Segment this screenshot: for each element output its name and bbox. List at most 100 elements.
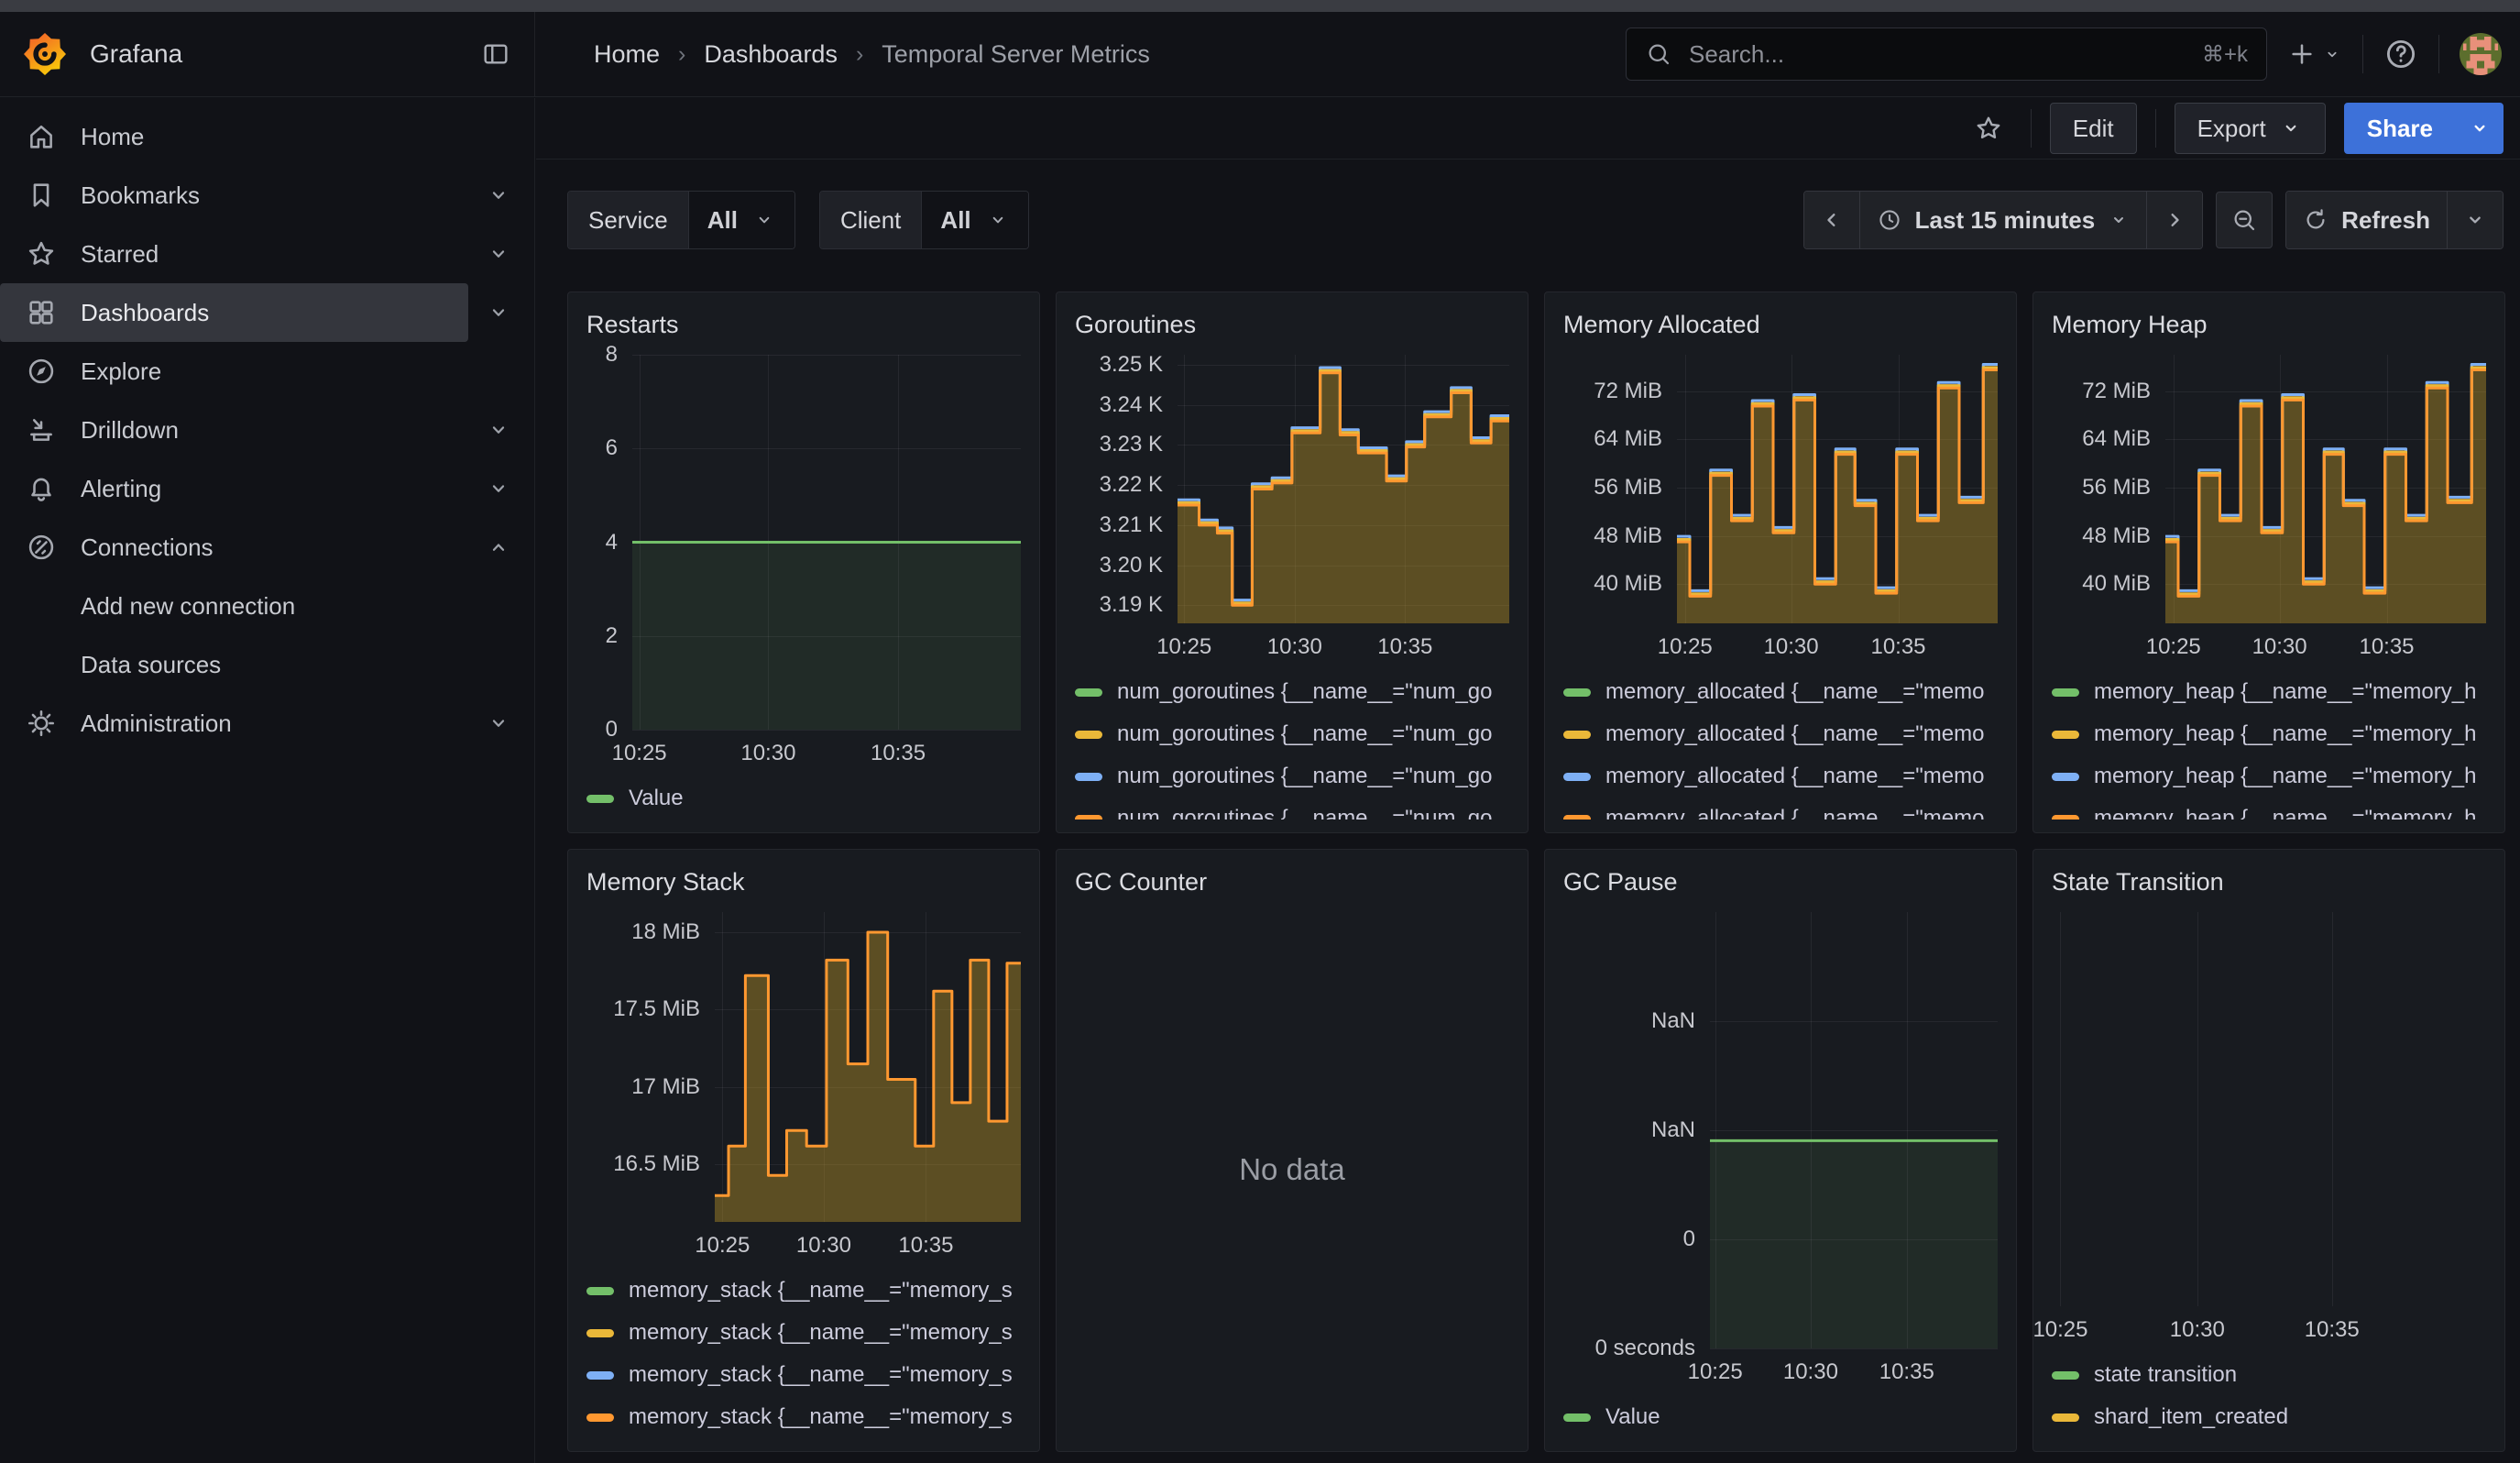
time-range-picker[interactable]: Last 15 minutes	[1859, 192, 2147, 248]
legend-label[interactable]: Value	[629, 786, 684, 811]
legend-item[interactable]: memory_stack {__name__="memory_s	[586, 1354, 1021, 1396]
time-shift-back-button[interactable]	[1804, 192, 1859, 248]
search-input[interactable]	[1687, 39, 2187, 70]
legend-item[interactable]: state transition	[2052, 1354, 2486, 1396]
sidebar-item-button[interactable]: Bookmarks	[0, 166, 468, 225]
legend-label[interactable]: memory_stack {__name__="memory_s	[629, 1320, 1013, 1346]
plot-area[interactable]	[715, 912, 1021, 1222]
legend-label[interactable]: memory_stack {__name__="memory_s	[629, 1278, 1013, 1304]
share-button[interactable]: Share	[2344, 103, 2456, 154]
plot-area[interactable]	[1710, 912, 1998, 1348]
legend-item[interactable]: num_goroutines {__name__="num_go	[1075, 755, 1509, 798]
legend-label[interactable]: memory_allocated {__name__="memo	[1605, 764, 1984, 789]
legend-label[interactable]: shard_item_created	[2094, 1404, 2288, 1430]
sidebar-item-add-new-connection[interactable]: Add new connection	[0, 577, 534, 635]
legend-label[interactable]: memory_heap {__name__="memory_h	[2094, 721, 2476, 747]
legend-label[interactable]: num_goroutines {__name__="num_go	[1117, 764, 1493, 789]
legend-item[interactable]: memory_stack {__name__="memory_s	[586, 1396, 1021, 1438]
legend-item[interactable]: memory_stack {__name__="memory_s	[586, 1270, 1021, 1312]
legend-item[interactable]: Value	[1563, 1396, 1998, 1438]
legend-item[interactable]: shard_item_created	[2052, 1396, 2486, 1438]
legend-label[interactable]: memory_stack {__name__="memory_s	[629, 1362, 1013, 1388]
breadcrumb-home[interactable]: Home	[594, 40, 660, 69]
legend-label[interactable]: Value	[1605, 1404, 1660, 1430]
legend-label[interactable]: memory_allocated {__name__="memo	[1605, 679, 1984, 705]
legend-item[interactable]: memory_heap {__name__="memory_h	[2052, 755, 2486, 798]
add-new-button[interactable]	[2287, 39, 2342, 69]
legend-label[interactable]: memory_allocated {__name__="memo	[1605, 806, 1984, 820]
refresh-interval-dropdown[interactable]	[2447, 192, 2503, 248]
sidebar-item-starred[interactable]: Starred	[0, 225, 534, 283]
sidebar-item-dashboards[interactable]: Dashboards	[0, 283, 534, 342]
grafana-logo[interactable]	[24, 33, 66, 75]
legend-label[interactable]: num_goroutines {__name__="num_go	[1117, 679, 1493, 705]
variable-value-dropdown[interactable]: All	[921, 192, 1027, 248]
plot-area[interactable]	[1178, 355, 1509, 623]
sidebar-item-administration[interactable]: Administration	[0, 694, 534, 753]
legend-item[interactable]: memory_allocated {__name__="memo	[1563, 755, 1998, 798]
export-button[interactable]: Export	[2175, 103, 2326, 154]
legend-item[interactable]: num_goroutines {__name__="num_go	[1075, 713, 1509, 755]
zoom-out-button[interactable]	[2216, 192, 2273, 248]
legend-item[interactable]: memory_heap {__name__="memory_h	[2052, 713, 2486, 755]
sidebar-item-button[interactable]: Home	[0, 107, 468, 166]
sidebar-item-bookmarks[interactable]: Bookmarks	[0, 166, 534, 225]
legend-item[interactable]: memory_allocated {__name__="memo	[1563, 671, 1998, 713]
chevron-down-icon[interactable]	[485, 710, 512, 737]
plot-area[interactable]	[632, 355, 1021, 730]
chevron-down-icon[interactable]	[485, 475, 512, 502]
sidebar-item-button[interactable]: Explore	[0, 342, 468, 401]
legend-label[interactable]: memory_heap {__name__="memory_h	[2094, 764, 2476, 789]
legend-item[interactable]: memory_allocated {__name__="memo	[1563, 713, 1998, 755]
chevron-down-icon[interactable]	[485, 416, 512, 444]
variable-value-dropdown[interactable]: All	[688, 192, 794, 248]
sidebar-item-button[interactable]: Connections	[0, 518, 468, 577]
favorite-star-button[interactable]	[1965, 104, 2012, 152]
sidebar-item-data-sources[interactable]: Data sources	[0, 635, 534, 694]
plot-area[interactable]	[1677, 355, 1998, 623]
legend-item[interactable]: num_goroutines {__name__="num_go	[1075, 671, 1509, 713]
legend-label[interactable]: memory_heap {__name__="memory_h	[2094, 679, 2476, 705]
plot-area[interactable]	[2052, 912, 2486, 1306]
legend-label[interactable]: num_goroutines {__name__="num_go	[1117, 806, 1493, 820]
collapse-sidebar-button[interactable]	[481, 39, 510, 69]
chevron-down-icon[interactable]	[485, 240, 512, 268]
sidebar-item-button[interactable]: Drilldown	[0, 401, 468, 459]
legend-item[interactable]: num_goroutines {__name__="num_go	[1075, 798, 1509, 820]
panel-title[interactable]: GC Counter	[1075, 863, 1509, 901]
panel-title[interactable]: GC Pause	[1563, 863, 1998, 901]
panel-title[interactable]: State Transition	[2052, 863, 2486, 901]
panel-title[interactable]: Memory Heap	[2052, 305, 2486, 344]
legend-label[interactable]: num_goroutines {__name__="num_go	[1117, 721, 1493, 747]
user-avatar[interactable]	[2460, 33, 2502, 75]
breadcrumb-dashboards[interactable]: Dashboards	[704, 40, 838, 69]
share-dropdown-button[interactable]	[2456, 103, 2504, 154]
legend-item[interactable]: Value	[586, 777, 1021, 820]
sidebar-item-button[interactable]: Starred	[0, 225, 468, 283]
sidebar-item-button[interactable]: Alerting	[0, 459, 468, 518]
chevron-down-icon[interactable]	[485, 299, 512, 326]
chevron-up-icon[interactable]	[485, 534, 512, 561]
panel-title[interactable]: Restarts	[586, 305, 1021, 344]
search-box[interactable]: ⌘+k	[1626, 28, 2267, 81]
help-button[interactable]	[2383, 37, 2418, 72]
legend-item[interactable]: memory_heap {__name__="memory_h	[2052, 671, 2486, 713]
plot-area[interactable]	[2165, 355, 2486, 623]
edit-button[interactable]: Edit	[2050, 103, 2137, 154]
sidebar-item-connections[interactable]: Connections	[0, 518, 534, 577]
legend-label[interactable]: memory_heap {__name__="memory_h	[2094, 806, 2476, 820]
sidebar-item-home[interactable]: Home	[0, 107, 534, 166]
sidebar-item-explore[interactable]: Explore	[0, 342, 534, 401]
sidebar-item-button[interactable]: Administration	[0, 694, 468, 753]
panel-title[interactable]: Memory Allocated	[1563, 305, 1998, 344]
legend-label[interactable]: state transition	[2094, 1362, 2237, 1388]
panel-title[interactable]: Memory Stack	[586, 863, 1021, 901]
legend-label[interactable]: memory_stack {__name__="memory_s	[629, 1404, 1013, 1430]
sidebar-item-alerting[interactable]: Alerting	[0, 459, 534, 518]
legend-label[interactable]: memory_allocated {__name__="memo	[1605, 721, 1984, 747]
refresh-button[interactable]: Refresh	[2286, 192, 2447, 248]
sidebar-item-button[interactable]: Dashboards	[0, 283, 468, 342]
legend-item[interactable]: memory_heap {__name__="memory_h	[2052, 798, 2486, 820]
legend-item[interactable]: memory_stack {__name__="memory_s	[586, 1312, 1021, 1354]
legend-item[interactable]: memory_allocated {__name__="memo	[1563, 798, 1998, 820]
